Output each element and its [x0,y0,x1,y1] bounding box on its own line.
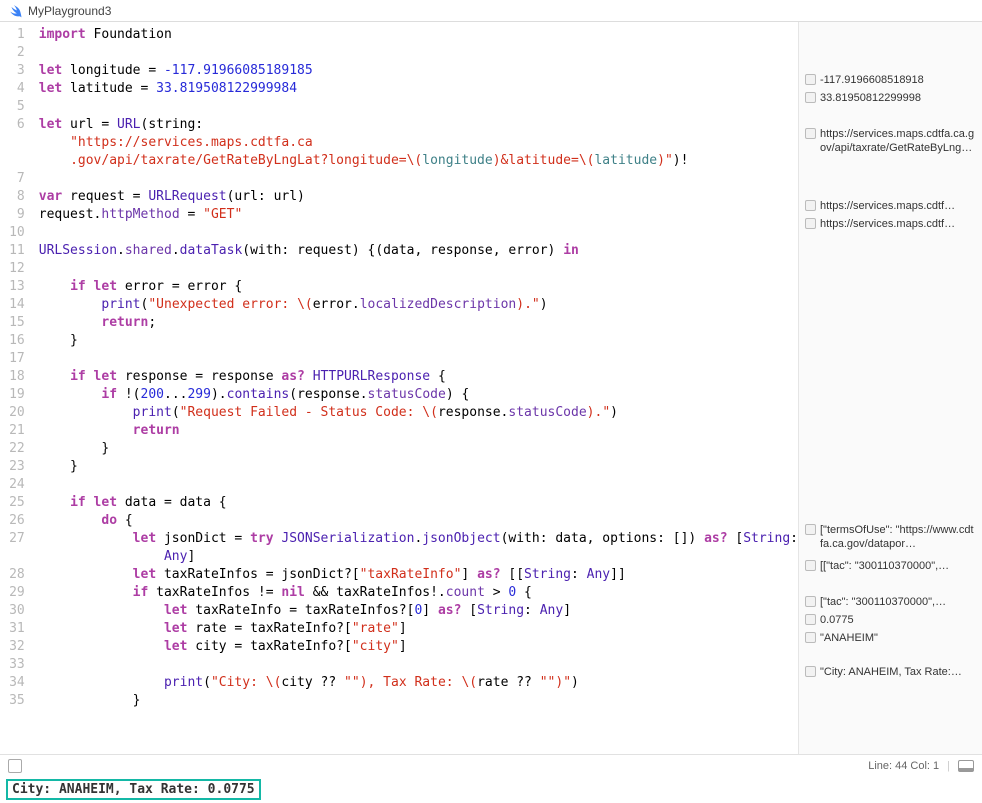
main-area: 1234567891011121314151617181920212223242… [0,22,982,754]
result-value: https://services.maps.cdtfa.ca.gov/api/t… [820,127,976,155]
swift-icon [8,4,22,18]
console-line: City: ANAHEIM, Tax Rate: 0.0775 [6,779,261,800]
cursor-position: Line: 44 Col: 1 [868,760,939,772]
result-row[interactable]: https://services.maps.cdtf… [799,216,982,232]
statusbar: Line: 44 Col: 1 | [0,754,982,776]
result-row[interactable]: "ANAHEIM" [799,630,982,646]
result-value: https://services.maps.cdtf… [820,199,955,213]
line-number-gutter: 1234567891011121314151617181920212223242… [0,22,35,754]
quicklook-icon[interactable] [805,200,816,211]
result-row[interactable]: 0.0775 [799,612,982,628]
code-editor[interactable]: 1234567891011121314151617181920212223242… [0,22,798,754]
quicklook-icon[interactable] [805,666,816,677]
project-name: MyPlayground3 [28,4,111,18]
debug-stop-icon[interactable] [8,759,22,773]
result-row[interactable]: [["tac": "300110370000",… [799,558,982,574]
result-row[interactable]: 33.81950812299998 [799,90,982,106]
result-value: -117.9196608518918 [820,73,924,87]
result-value: ["tac": "300110370000",… [820,595,946,609]
result-value: [["tac": "300110370000",… [820,559,949,573]
result-value: https://services.maps.cdtf… [820,217,955,231]
quicklook-icon[interactable] [805,128,816,139]
result-row[interactable]: -117.9196608518918 [799,72,982,88]
quicklook-icon[interactable] [805,560,816,571]
quicklook-icon[interactable] [805,596,816,607]
quicklook-icon[interactable] [805,524,816,535]
result-value: 33.81950812299998 [820,91,921,105]
result-value: ["termsOfUse": "https://www.cdtfa.ca.gov… [820,523,976,551]
quicklook-icon[interactable] [805,74,816,85]
result-row[interactable]: "City: ANAHEIM, Tax Rate:… [799,664,982,680]
quicklook-icon[interactable] [805,614,816,625]
console-output: City: ANAHEIM, Tax Rate: 0.0775 [0,776,982,803]
toggle-debug-area-icon[interactable] [958,760,974,772]
titlebar: MyPlayground3 [0,0,982,22]
result-row[interactable]: ["tac": "300110370000",… [799,594,982,610]
quicklook-icon[interactable] [805,632,816,643]
quicklook-icon[interactable] [805,92,816,103]
result-value: "ANAHEIM" [820,631,878,645]
result-row[interactable]: ["termsOfUse": "https://www.cdtfa.ca.gov… [799,522,982,552]
result-value: "City: ANAHEIM, Tax Rate:… [820,665,962,679]
code-content[interactable]: import Foundation let longitude = -117.9… [35,22,798,754]
result-row[interactable]: https://services.maps.cdtfa.ca.gov/api/t… [799,126,982,156]
result-row[interactable]: https://services.maps.cdtf… [799,198,982,214]
results-sidebar[interactable]: -117.9196608518918 33.81950812299998 https… [798,22,982,754]
quicklook-icon[interactable] [805,218,816,229]
result-value: 0.0775 [820,613,854,627]
